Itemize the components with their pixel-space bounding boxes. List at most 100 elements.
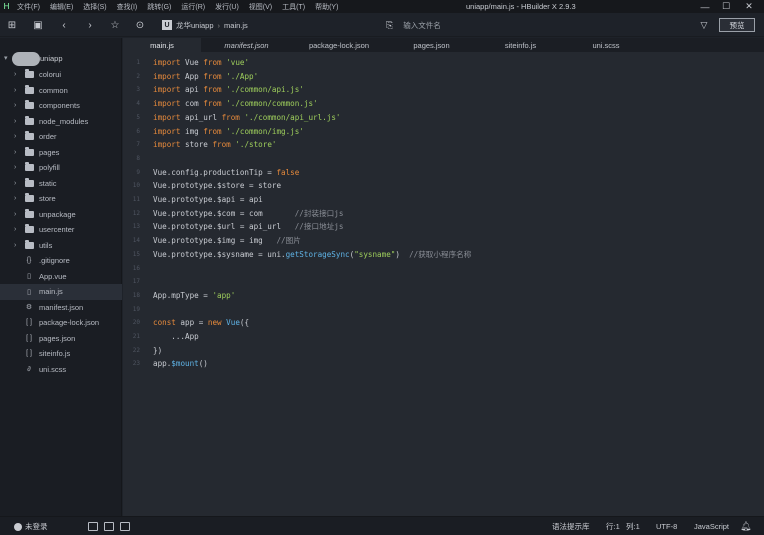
menu-item[interactable]: 查找(I) — [113, 2, 144, 12]
tree-file[interactable]: ▯ main.js — [0, 284, 122, 300]
chevron-right-icon[interactable]: › — [14, 71, 23, 78]
tree-file[interactable]: [ ] pages.json — [0, 331, 122, 347]
code-text: App.mpType = 'app' — [153, 289, 235, 303]
status-bar: 未登录 语法提示库 行:1 列:1 UTF-8 JavaScript 🔔︎ — [0, 516, 764, 535]
tree-file[interactable]: [ ] siteinfo.js — [0, 346, 122, 362]
breadcrumb-file[interactable]: main.js — [224, 21, 248, 30]
code-text: import api from './common/api.js' — [153, 83, 304, 97]
chevron-right-icon[interactable]: › — [14, 133, 23, 140]
code-text: Vue.prototype.$com = com //封装接口js — [153, 207, 343, 221]
filter-icon[interactable]: ▽ — [697, 18, 711, 32]
editor-tab[interactable]: siteinfo.js — [477, 38, 564, 52]
cursor-row[interactable]: 行:1 — [606, 517, 620, 535]
login-status[interactable]: 未登录 — [14, 517, 48, 535]
editor-tab[interactable]: main.js — [123, 38, 201, 52]
tree-folder[interactable]: › static — [0, 176, 122, 192]
forward-arrow-icon[interactable]: › — [83, 18, 97, 32]
editor-tab[interactable]: package-lock.json — [292, 38, 386, 52]
chevron-right-icon[interactable]: › — [14, 102, 23, 109]
code-token: './store' — [235, 140, 277, 150]
cursor-col[interactable]: 列:1 — [626, 517, 640, 535]
chevron-right-icon[interactable]: › — [14, 164, 23, 171]
folder-icon — [23, 239, 35, 249]
chevron-right-icon[interactable]: › — [14, 211, 23, 218]
code-token: App — [180, 71, 204, 81]
tree-folder[interactable]: › usercenter — [0, 222, 122, 238]
tree-folder[interactable]: › store — [0, 191, 122, 207]
tree-file[interactable]: {} .gitignore — [0, 253, 122, 269]
preview-button[interactable]: 预览 — [719, 18, 755, 32]
chevron-right-icon[interactable]: › — [14, 195, 23, 202]
file-icon: ▯ — [27, 288, 31, 296]
file-search-input[interactable] — [403, 18, 614, 32]
image-icon[interactable] — [120, 522, 130, 531]
chevron-right-icon[interactable]: › — [14, 149, 23, 156]
breadcrumb-separator: › — [217, 20, 221, 30]
save-icon[interactable]: ▣ — [31, 18, 45, 32]
menu-item[interactable]: 发行(U) — [211, 2, 245, 12]
chevron-down-icon[interactable]: ▾ — [4, 54, 8, 62]
code-token: import — [153, 126, 181, 136]
tree-folder[interactable]: › order — [0, 129, 122, 145]
code-token: $mount — [171, 359, 199, 369]
console-icon[interactable] — [88, 522, 98, 531]
bell-icon[interactable]: 🔔︎ — [740, 517, 751, 535]
terminal-icon[interactable] — [104, 522, 114, 531]
menu-item[interactable]: 工具(T) — [278, 2, 311, 12]
project-root[interactable]: ▾ uniapp — [0, 52, 122, 66]
tree-folder[interactable]: › components — [0, 98, 122, 114]
editor-tab[interactable]: manifest.json — [201, 38, 292, 52]
back-arrow-icon[interactable]: ‹ — [57, 18, 71, 32]
chevron-right-icon[interactable]: › — [14, 87, 23, 94]
file-search: ⎘ — [386, 18, 614, 32]
language-mode[interactable]: JavaScript — [694, 517, 729, 535]
chevron-right-icon[interactable]: › — [14, 118, 23, 125]
code-token: store — [180, 140, 213, 150]
star-icon[interactable]: ☆ — [108, 18, 122, 32]
menu-item[interactable]: 帮助(Y) — [311, 2, 344, 12]
new-file-icon[interactable]: ⊞ — [5, 18, 19, 32]
chevron-right-icon[interactable]: › — [14, 180, 23, 187]
tree-folder[interactable]: › node_modules — [0, 114, 122, 130]
editor-tab[interactable]: pages.json — [386, 38, 477, 52]
menu-item[interactable]: 跳转(G) — [143, 2, 177, 12]
tree-folder[interactable]: › unpackage — [0, 207, 122, 223]
line-number: 23 — [132, 360, 140, 368]
tree-folder[interactable]: › utils — [0, 238, 122, 254]
code-token: './common/common.js' — [226, 99, 318, 109]
tree-file[interactable]: ∂ uni.scss — [0, 362, 122, 378]
run-icon[interactable]: ⊙ — [133, 18, 147, 32]
file-icon: [ ] — [26, 319, 32, 327]
chevron-right-icon[interactable]: › — [14, 226, 23, 233]
code-token: app = — [175, 318, 208, 328]
code-line: 5 import api_url from './common/api_url.j… — [123, 111, 764, 125]
folder-icon — [23, 84, 35, 94]
syntax-lib[interactable]: 语法提示库 — [552, 517, 590, 535]
editor-tab[interactable]: uni.scss — [564, 38, 648, 52]
breadcrumb-project[interactable]: 龙华uniapp — [176, 20, 214, 31]
tree-folder[interactable]: › pages — [0, 145, 122, 161]
menu-item[interactable]: 运行(R) — [177, 2, 211, 12]
menu-item[interactable]: 选择(S) — [79, 2, 112, 12]
line-number: 2 — [136, 72, 140, 80]
chevron-right-icon[interactable]: › — [14, 242, 23, 249]
tree-folder[interactable]: › common — [0, 83, 122, 99]
file-icon: [ ] — [26, 334, 32, 342]
tree-folder[interactable]: › colorui — [0, 67, 122, 83]
project-explorer: ▾ uniapp › colorui › common › components › node… — [0, 38, 122, 516]
menu-item[interactable]: 视图(V) — [245, 2, 278, 12]
code-token: from — [203, 58, 222, 67]
code-editor[interactable]: 1 import Vue from 'vue' 2 import App from '… — [123, 52, 764, 516]
tree-folder[interactable]: › polyfill — [0, 160, 122, 176]
code-line: 2 import App from './App' — [123, 70, 764, 84]
menu-item[interactable]: 文件(F) — [13, 2, 46, 12]
close-icon[interactable]: ✕ — [734, 0, 764, 13]
menu-item[interactable]: 编辑(E) — [46, 2, 79, 12]
encoding[interactable]: UTF-8 — [656, 517, 677, 535]
tree-item-label: utils — [39, 240, 53, 250]
tree-file[interactable]: [ ] package-lock.json — [0, 315, 122, 331]
code-text: Vue.prototype.$sysname = uni.getStorageS… — [153, 248, 471, 262]
tree-file[interactable]: ⚙ manifest.json — [0, 300, 122, 316]
tree-item-label: .gitignore — [39, 256, 70, 266]
tree-file[interactable]: ▯ App.vue — [0, 269, 122, 285]
